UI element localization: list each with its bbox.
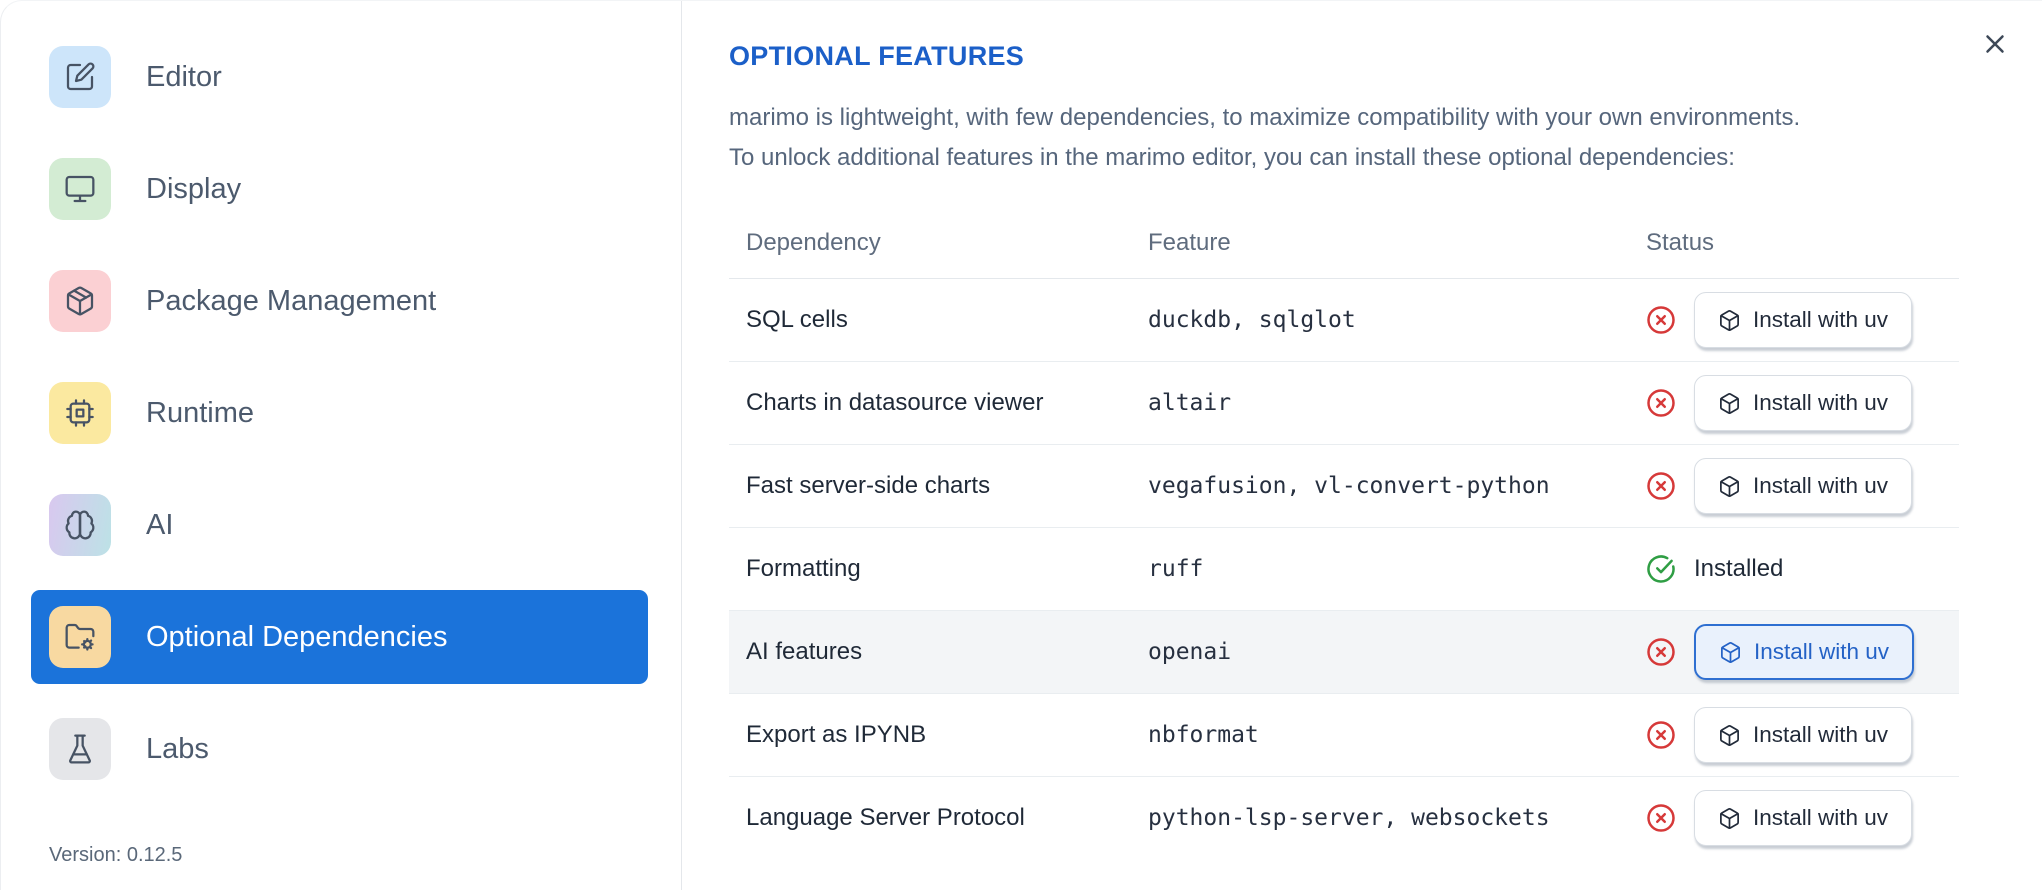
dependency-name: SQL cells <box>746 306 848 333</box>
install-with-uv-button[interactable]: Install with uv <box>1694 292 1913 348</box>
status-cell: Install with uv <box>1631 458 1959 514</box>
package-icon <box>49 270 111 332</box>
status-cell: Install with uv <box>1631 292 1959 348</box>
sidebar-item-label: Display <box>146 172 242 205</box>
sidebar-item-label: Runtime <box>146 396 254 429</box>
sidebar-item-package-management[interactable]: Package Management <box>31 254 648 348</box>
table-row: AI features openai Install with uv <box>729 611 1959 694</box>
cpu-icon <box>49 382 111 444</box>
square-pen-icon <box>49 46 111 108</box>
box-icon <box>1720 807 1739 829</box>
sidebar-item-label: Package Management <box>146 284 437 317</box>
settings-sidebar: Editor Display Package Management Runtim… <box>1 1 682 890</box>
dependency-name: Fast server-side charts <box>746 472 991 499</box>
column-header-dependency: Dependency <box>746 229 881 256</box>
dependency-name: Charts in datasource viewer <box>746 389 1044 416</box>
sidebar-item-optional-dependencies[interactable]: Optional Dependencies <box>31 590 648 684</box>
circle-x-icon <box>1646 637 1676 667</box>
circle-x-icon <box>1646 720 1676 750</box>
installed-status-label: Installed <box>1694 555 1784 582</box>
dependencies-table: Dependency Feature Status SQL cells duck… <box>729 208 1959 859</box>
sidebar-item-label: AI <box>146 508 174 541</box>
table-row: Formatting ruff Installed <box>729 528 1959 611</box>
install-button-label: Install with uv <box>1754 639 1890 664</box>
install-with-uv-button[interactable]: Install with uv <box>1694 624 1915 680</box>
sidebar-item-editor[interactable]: Editor <box>31 30 648 124</box>
install-button-label: Install with uv <box>1753 722 1889 747</box>
install-with-uv-button[interactable]: Install with uv <box>1694 375 1913 431</box>
feature-packages: openai <box>1148 639 1232 665</box>
circle-x-icon <box>1646 471 1676 501</box>
dependency-name: Formatting <box>746 555 861 582</box>
install-button-label: Install with uv <box>1753 805 1889 830</box>
feature-packages: ruff <box>1148 556 1204 582</box>
dependency-name: Language Server Protocol <box>746 804 1025 831</box>
optional-features-panel: OPTIONAL FEATURES marimo is lightweight,… <box>682 1 2042 890</box>
description-line: To unlock additional features in the mar… <box>729 144 1735 171</box>
box-icon <box>1720 724 1739 746</box>
dependency-name: Export as IPYNB <box>746 721 927 748</box>
close-icon <box>1980 29 2010 59</box>
feature-packages: altair <box>1148 390 1232 416</box>
install-with-uv-button[interactable]: Install with uv <box>1694 707 1913 763</box>
close-button[interactable] <box>1976 25 2014 63</box>
box-icon <box>1720 309 1739 331</box>
sidebar-item-label: Labs <box>146 732 209 765</box>
circle-x-icon <box>1646 388 1676 418</box>
sidebar-item-labs[interactable]: Labs <box>31 702 648 796</box>
page-title: OPTIONAL FEATURES <box>729 41 1025 71</box>
install-button-label: Install with uv <box>1753 307 1889 332</box>
status-cell: Install with uv <box>1631 790 1959 846</box>
feature-packages: python-lsp-server, websockets <box>1148 805 1550 831</box>
feature-packages: duckdb, sqlglot <box>1148 307 1356 333</box>
table-row: Charts in datasource viewer altair Insta… <box>729 362 1959 445</box>
box-icon <box>1720 475 1739 497</box>
status-cell: Install with uv <box>1631 624 1959 680</box>
feature-packages: vegafusion, vl-convert-python <box>1148 473 1550 499</box>
column-header-status: Status <box>1646 229 1715 256</box>
panel-description: marimo is lightweight, with few dependen… <box>729 98 2042 178</box>
version-label: Version: 0.12.5 <box>49 844 183 866</box>
column-header-feature: Feature <box>1148 229 1231 256</box>
brain-icon <box>49 494 111 556</box>
dependency-name: AI features <box>746 638 863 665</box>
circle-check-icon <box>1646 554 1676 584</box>
folder-cog-icon <box>49 606 111 668</box>
feature-packages: nbformat <box>1148 722 1259 748</box>
install-button-label: Install with uv <box>1753 390 1889 415</box>
monitor-icon <box>49 158 111 220</box>
sidebar-item-runtime[interactable]: Runtime <box>31 366 648 460</box>
table-row: Export as IPYNB nbformat Install with uv <box>729 694 1959 777</box>
table-row: Language Server Protocol python-lsp-serv… <box>729 777 1959 859</box>
sidebar-item-display[interactable]: Display <box>31 142 648 236</box>
status-cell: Installed <box>1631 554 1959 584</box>
table-row: Fast server-side charts vegafusion, vl-c… <box>729 445 1959 528</box>
sidebar-item-label: Editor <box>146 60 222 93</box>
sidebar-item-label: Optional Dependencies <box>146 620 448 653</box>
flask-icon <box>49 718 111 780</box>
status-cell: Install with uv <box>1631 375 1959 431</box>
install-with-uv-button[interactable]: Install with uv <box>1694 458 1913 514</box>
table-header-row: Dependency Feature Status <box>729 208 1959 279</box>
settings-dialog: Editor Display Package Management Runtim… <box>0 0 2042 890</box>
box-icon <box>1721 641 1740 663</box>
sidebar-item-ai[interactable]: AI <box>31 478 648 572</box>
install-button-label: Install with uv <box>1753 473 1889 498</box>
table-row: SQL cells duckdb, sqlglot Install with u… <box>729 279 1959 362</box>
box-icon <box>1720 392 1739 414</box>
install-with-uv-button[interactable]: Install with uv <box>1694 790 1913 846</box>
status-cell: Install with uv <box>1631 707 1959 763</box>
description-line: marimo is lightweight, with few dependen… <box>729 104 1801 131</box>
circle-x-icon <box>1646 305 1676 335</box>
circle-x-icon <box>1646 803 1676 833</box>
